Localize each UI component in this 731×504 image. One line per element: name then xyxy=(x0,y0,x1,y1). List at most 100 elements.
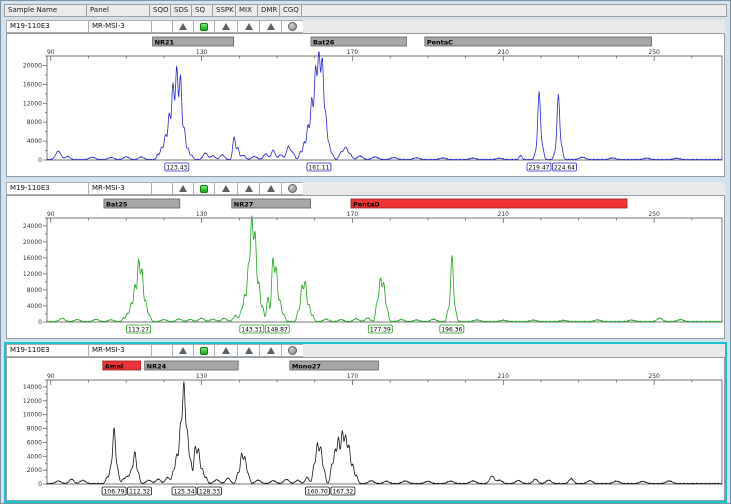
flag-cell-sq[interactable] xyxy=(193,344,214,357)
warning-triangle-icon xyxy=(179,185,187,192)
warning-triangle-icon xyxy=(179,347,187,354)
peak-size-label[interactable]: 160.70 xyxy=(305,487,329,495)
flag-cell-sqo[interactable] xyxy=(151,20,172,33)
y-tick-label: 14000 xyxy=(23,384,42,391)
flag-cell-sspk[interactable] xyxy=(214,182,237,195)
flag-cell-dmr[interactable] xyxy=(259,344,281,357)
peak-size-label[interactable]: 167.32 xyxy=(331,487,355,495)
peak-size-label[interactable]: 219.47 xyxy=(527,163,551,171)
y-tick-label: 8000 xyxy=(27,119,42,126)
sample-row-3[interactable]: M19-110E3MR-MSI-3 xyxy=(6,344,725,357)
marker-bar-bat25[interactable]: Bat25 xyxy=(104,199,180,209)
marker-bar-label: Amel xyxy=(105,363,123,371)
warning-triangle-icon xyxy=(222,23,230,30)
flag-cell-dmr[interactable] xyxy=(259,20,281,33)
flag-cell-mix[interactable] xyxy=(237,344,259,357)
peak-size-label[interactable]: 177.39 xyxy=(368,325,392,333)
peak-size-label[interactable]: 224.64 xyxy=(552,163,576,171)
marker-bar-nr24[interactable]: NR24 xyxy=(145,361,239,371)
sample-section-2[interactable]: M19-110E3MR-MSI-3Bat25NR27PentaD90130170… xyxy=(4,180,727,341)
electropherogram-plot[interactable]: AmelNR24Mono2790130170210250020004000600… xyxy=(7,358,724,500)
trace-blue xyxy=(47,52,722,160)
flag-cell-sspk[interactable] xyxy=(214,20,237,33)
flag-cell-cgq[interactable] xyxy=(281,182,303,195)
marker-bar-pentac[interactable]: PentaC xyxy=(425,37,652,47)
peak-size-label[interactable]: 125.34 xyxy=(172,487,196,495)
flag-cell-cgq[interactable] xyxy=(281,344,303,357)
electropherogram-panel-3[interactable]: AmelNR24Mono2790130170210250020004000600… xyxy=(6,357,725,501)
x-tick-label: 130 xyxy=(196,373,208,380)
marker-bar-bat26[interactable]: Bat26 xyxy=(311,37,406,47)
y-tick-label: 0 xyxy=(38,157,42,164)
peak-label-text: 113.27 xyxy=(128,326,149,333)
pass-square-icon xyxy=(200,347,208,355)
sample-row-1[interactable]: M19-110E3MR-MSI-3 xyxy=(6,20,725,33)
flag-cell-dmr[interactable] xyxy=(259,182,281,195)
marker-bar-rect xyxy=(351,199,627,208)
y-tick-label: 4000 xyxy=(27,453,42,460)
marker-bar-nr21[interactable]: NR21 xyxy=(153,37,234,47)
y-tick-label: 24000 xyxy=(23,223,42,230)
flag-cell-sqo[interactable] xyxy=(151,344,172,357)
y-tick-label: 8000 xyxy=(27,426,42,433)
flag-cell-sds[interactable] xyxy=(172,182,193,195)
peak-size-label[interactable]: 143.31 xyxy=(240,325,264,333)
column-header-panel[interactable]: Panel xyxy=(86,4,149,17)
flag-cell-sds[interactable] xyxy=(172,344,193,357)
flag-cell-sqo[interactable] xyxy=(151,182,172,195)
marker-bar-nr27[interactable]: NR27 xyxy=(232,199,311,209)
flag-cell-sds[interactable] xyxy=(172,20,193,33)
marker-bar-pentad[interactable]: PentaD xyxy=(351,199,627,209)
x-tick-label: 90 xyxy=(47,49,55,56)
sample-section-1[interactable]: M19-110E3MR-MSI-3NR21Bat26PentaC90130170… xyxy=(4,18,727,179)
column-header-sample-name[interactable]: Sample Name xyxy=(4,4,86,17)
strip-filler xyxy=(303,20,725,33)
flag-cell-mix[interactable] xyxy=(237,20,259,33)
marker-bar-mono27[interactable]: Mono27 xyxy=(290,361,379,371)
y-tick-label: 20000 xyxy=(23,62,42,69)
column-header-sq[interactable]: SQ xyxy=(191,4,212,17)
quality-circle-icon xyxy=(288,22,297,31)
column-header-sds[interactable]: SDS xyxy=(170,4,191,17)
panel-name: MR-MSI-3 xyxy=(88,182,151,195)
y-tick-label: 4000 xyxy=(27,303,42,310)
peak-size-label[interactable]: 112.32 xyxy=(128,487,152,495)
column-header-mix[interactable]: MIX xyxy=(235,4,257,17)
electropherogram-panel-2[interactable]: Bat25NR27PentaD9013017021025004000800012… xyxy=(6,195,725,339)
column-header-cgq[interactable]: CGQ xyxy=(279,4,301,17)
x-tick-label: 250 xyxy=(648,211,660,218)
peak-size-label[interactable]: 148.87 xyxy=(265,325,289,333)
column-header-sspk[interactable]: SSPK xyxy=(212,4,235,17)
sample-row-2[interactable]: M19-110E3MR-MSI-3 xyxy=(6,182,725,195)
warning-triangle-icon xyxy=(222,185,230,192)
quality-circle-icon xyxy=(288,184,297,193)
sample-section-3[interactable]: M19-110E3MR-MSI-3AmelNR24Mono27901301702… xyxy=(4,342,727,503)
x-tick-label: 250 xyxy=(648,49,660,56)
column-header-dmr[interactable]: DMR xyxy=(257,4,279,17)
peak-size-label[interactable]: 196.36 xyxy=(440,325,464,333)
y-tick-label: 20000 xyxy=(23,239,42,246)
flag-cell-sq[interactable] xyxy=(193,20,214,33)
sample-name: M19-110E3 xyxy=(6,182,88,195)
electropherogram-plot[interactable]: NR21Bat26PentaC9013017021025004000800012… xyxy=(7,34,724,176)
flag-cell-cgq[interactable] xyxy=(281,20,303,33)
peak-size-label[interactable]: 161.11 xyxy=(307,163,331,171)
y-tick-label: 8000 xyxy=(27,287,42,294)
peak-size-label[interactable]: 106.79 xyxy=(102,487,126,495)
marker-bar-amel[interactable]: Amel xyxy=(103,361,141,371)
marker-bar-label: NR21 xyxy=(155,39,175,47)
peak-size-label[interactable]: 128.33 xyxy=(198,487,222,495)
flag-cell-sspk[interactable] xyxy=(214,344,237,357)
peak-size-label[interactable]: 113.27 xyxy=(127,325,151,333)
y-tick-label: 12000 xyxy=(23,271,42,278)
electropherogram-plot[interactable]: Bat25NR27PentaD9013017021025004000800012… xyxy=(7,196,724,338)
electropherogram-panel-1[interactable]: NR21Bat26PentaC9013017021025004000800012… xyxy=(6,33,725,177)
peak-size-label[interactable]: 123.43 xyxy=(165,163,189,171)
flag-cell-sq[interactable] xyxy=(193,182,214,195)
flag-cell-mix[interactable] xyxy=(237,182,259,195)
column-header-sqo[interactable]: SQO xyxy=(149,4,170,17)
marker-bar-label: PentaD xyxy=(353,201,380,209)
warning-triangle-icon xyxy=(267,23,275,30)
peak-label-text: 224.64 xyxy=(554,164,575,171)
peak-label-text: 161.11 xyxy=(308,164,329,171)
